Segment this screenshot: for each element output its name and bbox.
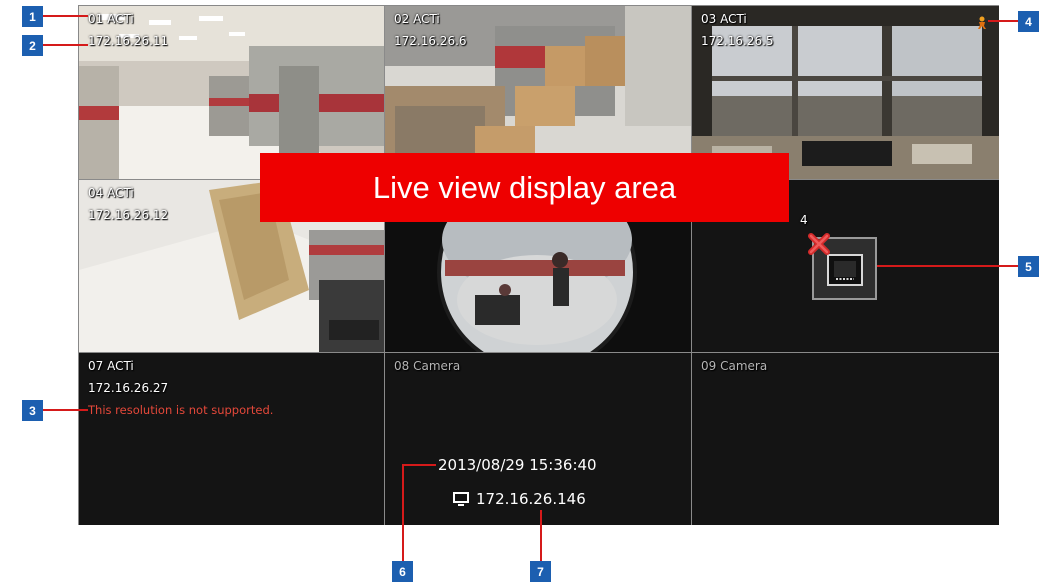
leader-line-3: [42, 409, 88, 411]
callout-3: 3: [22, 400, 43, 421]
error-message: This resolution is not supported.: [88, 403, 274, 417]
callout-6: 6: [392, 561, 413, 582]
leader-line-5: [877, 265, 1018, 267]
camera-name: 02 ACTi: [394, 12, 440, 26]
camera-name: 04 ACTi: [88, 186, 134, 200]
camera-ip: 172.16.26.11: [88, 34, 169, 48]
motion-alert-icon: [976, 15, 988, 29]
callout-4: 4: [1018, 11, 1039, 32]
leader-line-4: [988, 20, 1018, 22]
server-ip-text: 172.16.26.146: [476, 490, 586, 508]
camera-ip: 172.16.26.27: [88, 381, 169, 395]
callout-5: 5: [1018, 256, 1039, 277]
camera-name: 09 Camera: [701, 359, 768, 373]
camera-name: 01 ACTi: [88, 12, 134, 26]
camera-cell-9[interactable]: 09 Camera: [692, 353, 999, 525]
camera-ip: 172.16.26.12: [88, 208, 169, 222]
callout-2: 2: [22, 35, 43, 56]
monitor-icon: [453, 492, 469, 506]
leader-line-2: [42, 44, 88, 46]
callout-7: 7: [530, 561, 551, 582]
leader-line-1: [42, 15, 88, 17]
datetime-display: 2013/08/29 15:36:40: [438, 456, 597, 474]
camera-name: 07 ACTi: [88, 359, 134, 373]
server-ip-display: 172.16.26.146: [452, 490, 586, 508]
live-view-overlay-label: Live view display area: [260, 153, 789, 222]
leader-line-6b: [402, 464, 404, 561]
camera-cell-7[interactable]: 07 ACTi 172.16.26.27 This resolution is …: [79, 353, 385, 525]
camera-ip: 4: [800, 213, 808, 227]
close-icon: [808, 233, 830, 255]
callout-1: 1: [22, 6, 43, 27]
camera-name: 03 ACTi: [701, 12, 747, 26]
leader-line-6a: [402, 464, 436, 466]
camera-name: 08 Camera: [394, 359, 461, 373]
leader-line-7: [540, 510, 542, 561]
camera-ip: 172.16.26.5: [701, 34, 774, 48]
camera-ip: 172.16.26.6: [394, 34, 467, 48]
